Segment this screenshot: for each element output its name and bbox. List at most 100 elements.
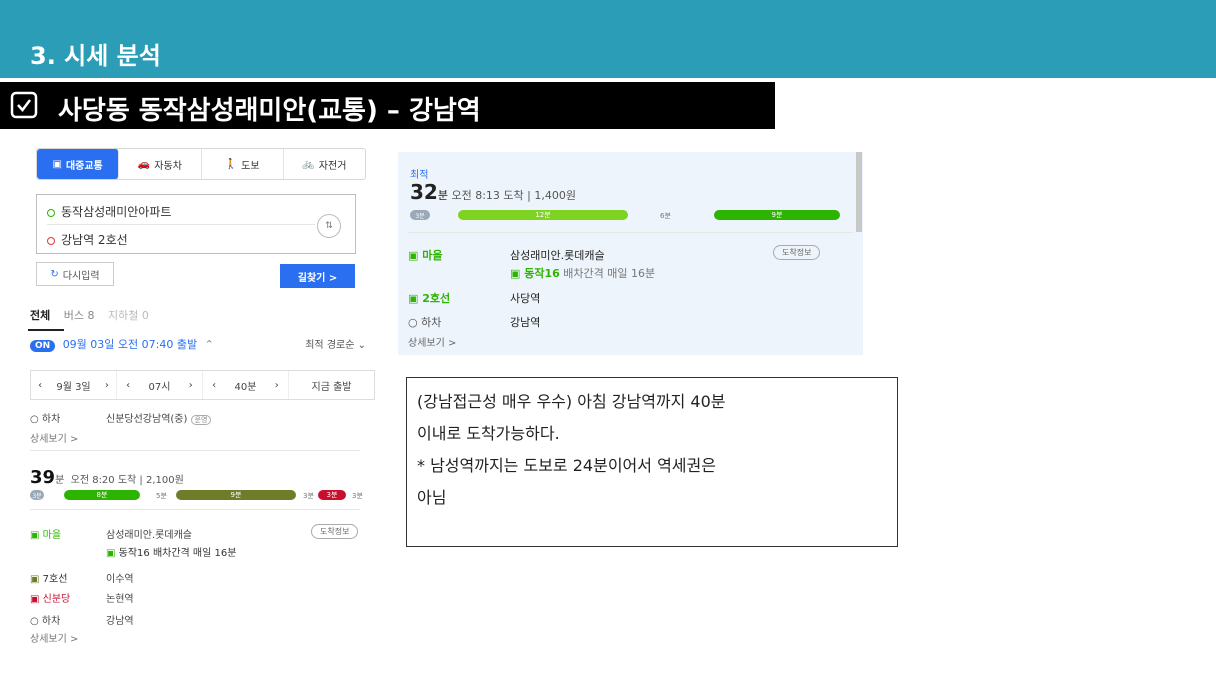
on-badge[interactable]: ON bbox=[30, 340, 56, 352]
step-stop: 사당역 bbox=[510, 292, 541, 305]
step-stop: 강남역 bbox=[106, 616, 134, 627]
tab-walk[interactable]: 🚶 도보 bbox=[202, 149, 284, 179]
route-summary[interactable]: 39분 오전 8:20 도착 | 2,100원 bbox=[30, 467, 184, 488]
sort-label: 최적 경로순 bbox=[305, 340, 355, 351]
prev-icon[interactable]: ‹ bbox=[212, 380, 216, 391]
bar-label: 9분 bbox=[230, 491, 242, 499]
sort-dropdown[interactable]: 최적 경로순 ⌄ bbox=[305, 336, 366, 351]
time-stepper-row: ‹ 9월 3일 › ‹ 07시 › ‹ 40분 › 지금 출발 bbox=[30, 370, 375, 400]
tab-label: 대중교통 bbox=[65, 160, 103, 172]
stepper-value: 지금 출발 bbox=[311, 381, 352, 393]
step-line-label: 2호선 bbox=[422, 292, 451, 305]
analysis-note: (강남접근성 매우 우수) 아침 강남역까지 40분 이내로 도착가능하다. *… bbox=[406, 377, 898, 547]
date-stepper[interactable]: ‹ 9월 3일 › bbox=[31, 371, 117, 399]
tab-transit[interactable]: ▣ 대중교통 bbox=[37, 149, 120, 179]
bus-route-label: 동작16 bbox=[524, 267, 560, 280]
detail-link[interactable]: 상세보기 > bbox=[408, 334, 456, 349]
bar-gap-label: 3분 bbox=[352, 492, 363, 500]
bus-bar: 8분 bbox=[64, 490, 140, 500]
note-line: 아님 bbox=[417, 488, 447, 507]
tab-car[interactable]: 🚗 자동차 bbox=[119, 149, 202, 179]
destination-value: 강남역 2호선 bbox=[61, 233, 128, 247]
route-arrival-fare: 오전 8:20 도착 | 2,100원 bbox=[70, 475, 184, 486]
depart-now-button[interactable]: 지금 출발 bbox=[289, 371, 374, 399]
minutes-unit: 분 bbox=[437, 189, 448, 202]
header-bar: 3. 시세 분석 bbox=[0, 0, 1216, 78]
status-badge: 운영 bbox=[190, 415, 212, 425]
best-route-card: 최적 32분 오전 8:13 도착 | 1,400원 3분 12분 6분 9분 … bbox=[398, 152, 863, 355]
departure-time[interactable]: 09월 03일 오전 07:40 출발 bbox=[63, 338, 197, 351]
bar-gap-label: 6분 bbox=[660, 212, 671, 220]
bar-label: 9분 bbox=[771, 211, 783, 219]
minute-stepper[interactable]: ‹ 40분 › bbox=[203, 371, 289, 399]
reset-button[interactable]: ↻ 다시입력 bbox=[36, 262, 114, 286]
alight-row: ○ 하차 bbox=[30, 414, 61, 425]
detail-link[interactable]: 상세보기 > bbox=[30, 430, 78, 445]
divider bbox=[30, 509, 360, 510]
swap-icon[interactable]: ⇅ bbox=[317, 214, 341, 238]
stepper-value: 07시 bbox=[148, 381, 171, 393]
bus-icon: ▣ bbox=[52, 158, 62, 170]
next-icon[interactable]: › bbox=[105, 380, 109, 391]
scrollbar[interactable] bbox=[856, 152, 862, 232]
destination-field[interactable]: 강남역 2호선 bbox=[47, 231, 128, 248]
next-icon[interactable]: › bbox=[275, 380, 279, 391]
hour-stepper[interactable]: ‹ 07시 › bbox=[117, 371, 203, 399]
bar-gap-label: 3분 bbox=[303, 492, 314, 500]
refresh-icon: ↻ bbox=[50, 268, 59, 280]
step-line-label: 마을 bbox=[42, 530, 62, 541]
bike-icon: 🚲 bbox=[302, 158, 315, 170]
subway-sinbundang-bar: 3분 bbox=[318, 490, 346, 500]
checkbox-icon bbox=[10, 91, 38, 119]
departure-control: ON 09월 03일 오전 07:40 출발 ⌃ 최적 경로순 ⌄ bbox=[30, 336, 370, 356]
route-minutes: 32 bbox=[410, 180, 438, 204]
alight-stop-name: 신분당선강남역(중) bbox=[106, 414, 188, 425]
step-line: ○ 하차 bbox=[30, 616, 61, 627]
bar-label: 3분 bbox=[32, 492, 42, 500]
origin-field[interactable]: 동작삼성래미안아파트 bbox=[47, 203, 171, 220]
prev-icon[interactable]: ‹ bbox=[126, 380, 130, 391]
next-icon[interactable]: › bbox=[189, 380, 193, 391]
chevron-up-icon[interactable]: ⌃ bbox=[205, 338, 214, 351]
subtab-bus[interactable]: 버스 8 bbox=[64, 309, 95, 322]
tab-label: 자전거 bbox=[318, 160, 347, 172]
walk-bar: 3분 bbox=[410, 210, 430, 220]
bar-gap-label: 5분 bbox=[156, 492, 167, 500]
page-title: 사당동 동작삼성래미안(교통) – 강남역 bbox=[58, 96, 481, 126]
step-stop: 강남역 bbox=[510, 316, 541, 329]
prev-icon[interactable]: ‹ bbox=[38, 380, 42, 391]
route-summary[interactable]: 32분 오전 8:13 도착 | 1,400원 bbox=[410, 180, 576, 204]
arrival-info-button[interactable]: 도착정보 bbox=[773, 245, 821, 260]
step-stop: ▣ 동작16 배차간격 매일 16분 bbox=[106, 548, 237, 559]
subtab-all[interactable]: 전체 bbox=[30, 309, 50, 322]
route-arrival-fare: 오전 8:13 도착 | 1,400원 bbox=[451, 189, 576, 202]
bar-label: 3분 bbox=[326, 491, 338, 499]
tab-bike[interactable]: 🚲 자전거 bbox=[284, 149, 365, 179]
tab-label: 자동차 bbox=[154, 160, 182, 172]
arrival-info-button[interactable]: 도착정보 bbox=[311, 524, 359, 539]
reset-label: 다시입력 bbox=[62, 270, 100, 282]
search-route-button[interactable]: 길찾기 > bbox=[280, 264, 355, 288]
divider bbox=[30, 450, 360, 451]
alight-stop: 신분당선강남역(중) 운영 bbox=[106, 410, 212, 425]
route-input-box: 동작삼성래미안아파트 강남역 2호선 ⇅ bbox=[36, 194, 356, 254]
route-search-panel: ▣ 대중교통 🚗 자동차 🚶 도보 🚲 자전거 동작삼성래미안아파트 강남역 2호선 ⇅… bbox=[18, 142, 375, 654]
step-line: ▣ 2호선 bbox=[408, 292, 451, 305]
subtab-underline bbox=[28, 329, 64, 331]
minutes-unit: 분 bbox=[55, 475, 65, 486]
bus-route-name: ▣ 동작16 bbox=[510, 267, 560, 280]
note-line: (강남접근성 매우 우수) 아침 강남역까지 40분 bbox=[417, 392, 726, 411]
detail-link[interactable]: 상세보기 > bbox=[30, 630, 78, 645]
title-bar: 사당동 동작삼성래미안(교통) – 강남역 bbox=[0, 82, 775, 129]
step-line: ▣ 7호선 bbox=[30, 574, 68, 585]
best-label: 최적 bbox=[410, 170, 429, 181]
bar-label: 3분 bbox=[415, 212, 425, 220]
step-line-label: 하차 bbox=[41, 616, 61, 627]
subway-7-bar: 9분 bbox=[176, 490, 296, 500]
note-line: 이내로 도착가능하다. bbox=[417, 424, 560, 443]
subtab-subway[interactable]: 지하철 0 bbox=[108, 309, 149, 322]
destination-dot-icon bbox=[47, 236, 55, 245]
stepper-value: 40분 bbox=[234, 381, 257, 393]
result-subtabs: 전체 버스 8 지하철 0 bbox=[30, 307, 159, 323]
transport-tabs: ▣ 대중교통 🚗 자동차 🚶 도보 🚲 자전거 bbox=[36, 148, 366, 180]
